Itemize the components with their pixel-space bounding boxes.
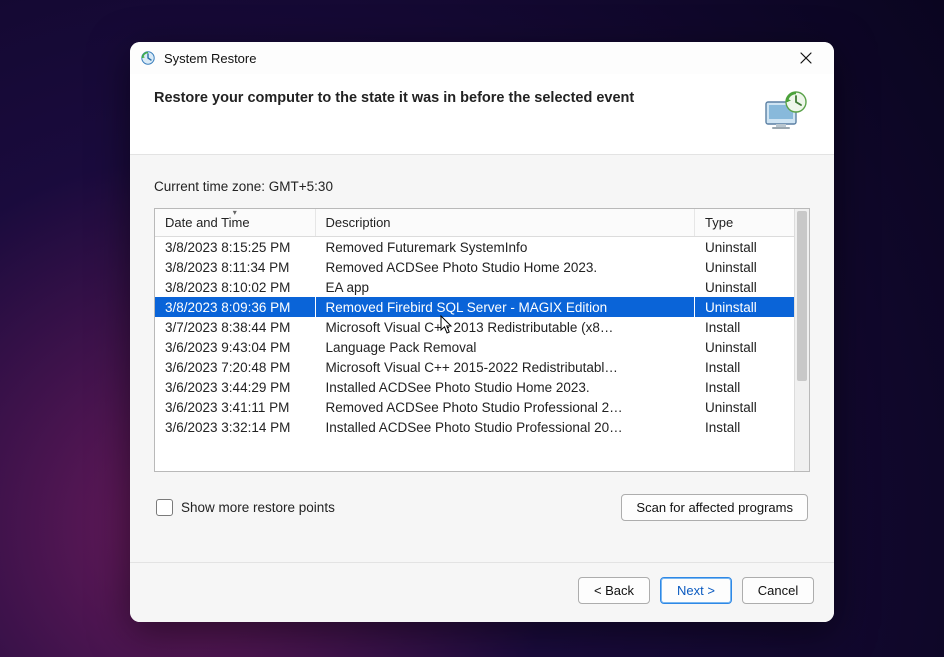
- wizard-body: Current time zone: GMT+5:30 ▾ Date and T…: [130, 155, 834, 562]
- table-row[interactable]: 3/6/2023 7:20:48 PMMicrosoft Visual C++ …: [155, 357, 795, 377]
- cell-desc: Removed ACDSee Photo Studio Professional…: [315, 397, 695, 417]
- cell-desc: Removed ACDSee Photo Studio Home 2023.: [315, 257, 695, 277]
- next-button[interactable]: Next >: [660, 577, 732, 604]
- cell-date: 3/6/2023 3:32:14 PM: [155, 417, 315, 437]
- cell-desc: Microsoft Visual C++ 2015-2022 Redistrib…: [315, 357, 695, 377]
- table-row[interactable]: 3/8/2023 8:11:34 PMRemoved ACDSee Photo …: [155, 257, 795, 277]
- table-row[interactable]: 3/8/2023 8:10:02 PMEA appUninstall: [155, 277, 795, 297]
- show-more-label: Show more restore points: [181, 500, 335, 515]
- table-row[interactable]: 3/7/2023 8:38:44 PMMicrosoft Visual C++ …: [155, 317, 795, 337]
- cell-date: 3/8/2023 8:10:02 PM: [155, 277, 315, 297]
- cancel-button[interactable]: Cancel: [742, 577, 814, 604]
- cell-desc: EA app: [315, 277, 695, 297]
- cell-date: 3/8/2023 8:11:34 PM: [155, 257, 315, 277]
- sort-desc-icon: ▾: [233, 209, 237, 217]
- cell-type: Uninstall: [695, 277, 795, 297]
- cell-desc: Language Pack Removal: [315, 337, 695, 357]
- cell-date: 3/6/2023 9:43:04 PM: [155, 337, 315, 357]
- cell-type: Uninstall: [695, 257, 795, 277]
- window-title: System Restore: [164, 51, 786, 66]
- cell-type: Install: [695, 317, 795, 337]
- wizard-header: Restore your computer to the state it wa…: [130, 74, 834, 155]
- close-button[interactable]: [786, 44, 826, 72]
- cell-desc: Removed Firebird SQL Server - MAGIX Edit…: [315, 297, 695, 317]
- col-type[interactable]: Type: [695, 209, 795, 237]
- table-row[interactable]: 3/6/2023 3:32:14 PMInstalled ACDSee Phot…: [155, 417, 795, 437]
- cell-desc: Microsoft Visual C++ 2013 Redistributabl…: [315, 317, 695, 337]
- timezone-label: Current time zone: GMT+5:30: [154, 179, 810, 194]
- cell-type: Uninstall: [695, 397, 795, 417]
- table-row[interactable]: 3/8/2023 8:09:36 PMRemoved Firebird SQL …: [155, 297, 795, 317]
- cell-date: 3/6/2023 3:44:29 PM: [155, 377, 315, 397]
- cell-type: Install: [695, 357, 795, 377]
- cell-desc: Removed Futuremark SystemInfo: [315, 237, 695, 258]
- table-row[interactable]: 3/6/2023 3:44:29 PMInstalled ACDSee Phot…: [155, 377, 795, 397]
- col-date-time[interactable]: ▾ Date and Time: [155, 209, 315, 237]
- scan-affected-button[interactable]: Scan for affected programs: [621, 494, 808, 521]
- system-restore-window: System Restore Restore your computer to …: [130, 42, 834, 622]
- cell-type: Uninstall: [695, 237, 795, 258]
- table-row[interactable]: 3/6/2023 3:41:11 PMRemoved ACDSee Photo …: [155, 397, 795, 417]
- scrollbar-vertical[interactable]: [794, 209, 809, 471]
- cell-desc: Installed ACDSee Photo Studio Profession…: [315, 417, 695, 437]
- cell-date: 3/8/2023 8:15:25 PM: [155, 237, 315, 258]
- table-header-row: ▾ Date and Time Description Type: [155, 209, 795, 237]
- cell-date: 3/8/2023 8:09:36 PM: [155, 297, 315, 317]
- titlebar[interactable]: System Restore: [130, 42, 834, 74]
- show-more-checkbox[interactable]: Show more restore points: [156, 499, 335, 516]
- back-button[interactable]: < Back: [578, 577, 650, 604]
- restore-icon: [140, 50, 156, 66]
- restore-points-table: ▾ Date and Time Description Type 3/8/202…: [154, 208, 810, 472]
- cell-type: Install: [695, 377, 795, 397]
- cell-desc: Installed ACDSee Photo Studio Home 2023.: [315, 377, 695, 397]
- table-row[interactable]: 3/6/2023 9:43:04 PMLanguage Pack Removal…: [155, 337, 795, 357]
- cell-type: Uninstall: [695, 337, 795, 357]
- checkbox-box[interactable]: [156, 499, 173, 516]
- cell-date: 3/7/2023 8:38:44 PM: [155, 317, 315, 337]
- restore-monitor-icon: [762, 88, 810, 136]
- cell-type: Install: [695, 417, 795, 437]
- close-icon: [800, 52, 812, 64]
- scrollbar-thumb[interactable]: [797, 211, 807, 381]
- header-text: Restore your computer to the state it wa…: [154, 88, 752, 106]
- cell-type: Uninstall: [695, 297, 795, 317]
- table-row[interactable]: 3/8/2023 8:15:25 PMRemoved Futuremark Sy…: [155, 237, 795, 258]
- col-description[interactable]: Description: [315, 209, 695, 237]
- cell-date: 3/6/2023 3:41:11 PM: [155, 397, 315, 417]
- below-table-row: Show more restore points Scan for affect…: [154, 494, 810, 521]
- wizard-footer: < Back Next > Cancel: [130, 562, 834, 622]
- cell-date: 3/6/2023 7:20:48 PM: [155, 357, 315, 377]
